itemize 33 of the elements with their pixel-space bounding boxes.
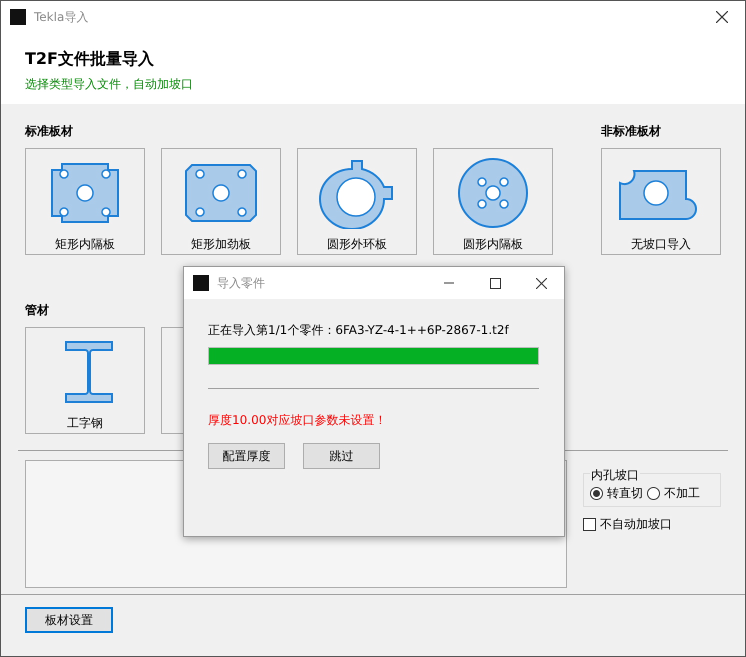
plate-type-button[interactable]: 工字钢 (25, 327, 145, 434)
minimize-icon (444, 282, 454, 284)
radio-option[interactable]: 转直切 (590, 484, 643, 502)
checkbox-label: 不自动加坡口 (600, 516, 672, 533)
radio-label: 不加工 (664, 485, 700, 502)
dialog-button[interactable]: 配置厚度 (208, 443, 285, 469)
radio-button[interactable] (590, 486, 603, 500)
radio-button[interactable] (647, 486, 660, 500)
error-message: 厚度10.00对应坡口参数未设置！ (208, 412, 388, 429)
radio-option[interactable]: 不加工 (647, 484, 700, 502)
checkbox[interactable] (583, 518, 596, 530)
plate-type-button[interactable]: 圆形内隔板 (433, 148, 553, 255)
plate-type-button[interactable]: 矩形加劲板 (161, 148, 281, 255)
radio-label: 转直切 (607, 485, 643, 502)
plate-type-button[interactable]: 矩形内隔板 (25, 148, 145, 255)
window-title: Tekla导入 (34, 9, 88, 26)
status-text: 正在导入第1/1个零件：6FA3-YZ-4-1++6P-2867-1.t2f (208, 322, 510, 339)
dialog-title: 导入零件 (217, 275, 265, 292)
section-heading: 非标准板材 (601, 123, 662, 140)
close-icon (536, 278, 546, 288)
plate-type-button[interactable]: 无坡口导入 (601, 148, 721, 255)
plate-type-button[interactable]: 圆形外环板 (297, 148, 417, 255)
close-icon (716, 11, 728, 23)
section-heading: 标准板材 (25, 123, 74, 140)
section-heading: 管材 (25, 302, 50, 319)
checkbox-option[interactable]: 不自动加坡口 (583, 515, 721, 533)
settings-button[interactable]: 板材设置 (25, 607, 113, 633)
app-icon (10, 9, 26, 25)
app-icon (193, 275, 209, 291)
maximize-icon (490, 278, 500, 288)
page-subtitle: 选择类型导入文件，自动加坡口 (25, 76, 194, 93)
dialog-button[interactable]: 跳过 (303, 443, 380, 469)
page-title: T2F文件批量导入 (25, 48, 155, 70)
